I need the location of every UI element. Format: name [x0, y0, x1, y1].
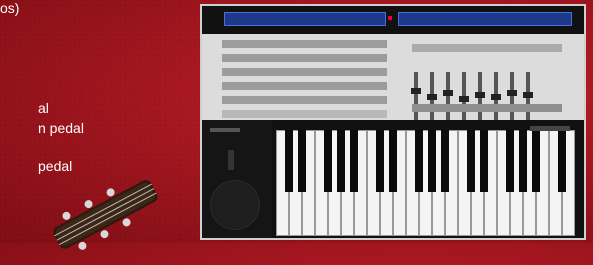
keybed [202, 120, 584, 238]
black-key [324, 130, 332, 192]
control-panel [202, 34, 584, 128]
touch-pad [210, 180, 260, 230]
knob-row [412, 44, 562, 52]
black-key [506, 130, 514, 192]
black-key [532, 130, 540, 192]
black-key [428, 130, 436, 192]
text-line-1: os) [0, 0, 20, 16]
black-key [389, 130, 397, 192]
button-row [222, 96, 387, 104]
black-key [467, 130, 475, 192]
button-row [222, 110, 387, 118]
text-line-2: al [38, 100, 49, 116]
guitar-headstock-image [40, 170, 170, 265]
black-key [337, 130, 345, 192]
black-key [441, 130, 449, 192]
logo-strip [530, 126, 570, 131]
black-key [558, 130, 566, 192]
button-row [222, 54, 387, 62]
button-row [412, 104, 562, 112]
black-key [376, 130, 384, 192]
black-key [480, 130, 488, 192]
display-left [224, 12, 386, 26]
wheel-section [202, 120, 272, 238]
black-key [350, 130, 358, 192]
button-row [222, 82, 387, 90]
midi-keyboard-image [200, 4, 586, 240]
button-row [222, 40, 387, 48]
keyboard-top-strip [202, 6, 584, 34]
black-key [415, 130, 423, 192]
black-key [519, 130, 527, 192]
status-led [388, 16, 392, 20]
black-key [298, 130, 306, 192]
display-right [398, 12, 572, 26]
black-key [285, 130, 293, 192]
text-line-3: n pedal [38, 120, 84, 136]
button-row [222, 68, 387, 76]
